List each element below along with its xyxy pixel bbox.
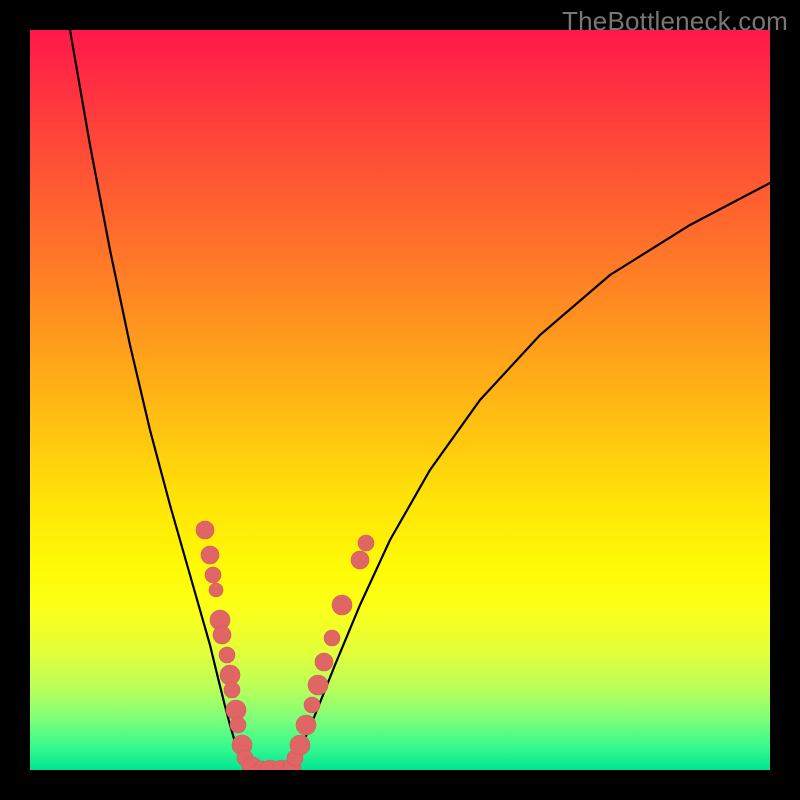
data-dot <box>315 653 333 671</box>
data-dot <box>324 630 340 646</box>
curve-layer <box>30 30 770 770</box>
data-dot <box>332 595 352 615</box>
data-dot <box>209 583 223 597</box>
data-dot <box>358 535 374 551</box>
data-dot <box>351 551 369 569</box>
data-dot <box>296 715 316 735</box>
chart-canvas: TheBottleneck.com <box>0 0 800 800</box>
data-dot <box>290 735 310 755</box>
data-dots-group <box>196 521 374 770</box>
curve-right-branch <box>290 183 770 768</box>
data-dot <box>224 682 240 698</box>
data-dot <box>308 675 328 695</box>
data-dot <box>219 647 235 663</box>
data-dot <box>304 697 320 713</box>
data-dot <box>201 546 219 564</box>
data-dot <box>196 521 214 539</box>
data-dot <box>213 626 231 644</box>
plot-area <box>30 30 770 770</box>
data-dot <box>205 567 221 583</box>
data-dot <box>230 717 246 733</box>
